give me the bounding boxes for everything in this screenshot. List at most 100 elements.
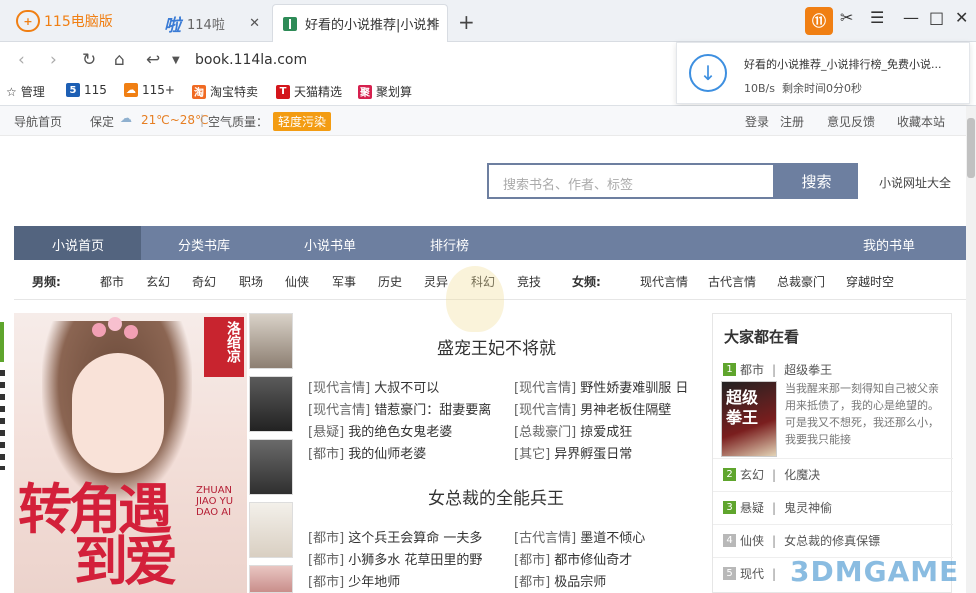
novel-sites-link[interactable]: 小说网址大全: [879, 174, 951, 191]
thumbnail[interactable]: [249, 565, 293, 593]
rank-row[interactable]: 3 悬疑 | 鬼灵神偷: [713, 491, 953, 523]
browser-tab-bar: + 115电脑版 啦 114啦 ✕ 好看的小说推荐|小说排 ✕ + ⑪ ✂ ☰ …: [0, 0, 976, 42]
section-title[interactable]: 女总裁的全能兵王: [428, 484, 564, 509]
new-tab-button[interactable]: +: [458, 10, 475, 34]
category-link[interactable]: 军事: [332, 273, 356, 290]
category-link[interactable]: 灵异: [424, 273, 448, 290]
download-popup[interactable]: ↓ 好看的小说推荐_小说排行榜_免费小说... 10B/s 剩余时间0分0秒: [676, 42, 970, 104]
nav-library[interactable]: 分类书库: [178, 235, 230, 254]
book-link[interactable]: [都市] 都市修仙奇才: [514, 549, 632, 568]
minimize-icon[interactable]: —: [903, 8, 919, 27]
book-link[interactable]: [悬疑] 我的绝色女鬼老婆: [308, 421, 452, 440]
book-link[interactable]: [现代言情] 野性娇妻难驯服 日: [514, 377, 688, 396]
air-quality-label: 空气质量：: [208, 115, 269, 129]
browser-brand[interactable]: + 115电脑版: [16, 10, 113, 32]
book-link[interactable]: [都市] 这个兵王会算命 一夫多: [308, 527, 482, 546]
book-link[interactable]: [古代言情] 墨道不倾心: [514, 527, 645, 546]
maximize-icon[interactable]: □: [929, 8, 944, 27]
book-link[interactable]: [总裁豪门] 掠爱成狂: [514, 421, 632, 440]
undo-icon[interactable]: ↩: [146, 50, 160, 70]
rank-category: 仙侠: [740, 534, 765, 548]
rank-item-2[interactable]: 2 玄幻 | 化魔决: [723, 466, 820, 483]
book-link[interactable]: [其它] 异界孵蛋日常: [514, 443, 632, 462]
scrollbar-thumb[interactable]: [967, 118, 975, 178]
category-link[interactable]: 职场: [239, 273, 263, 290]
forward-icon[interactable]: ›: [50, 50, 57, 70]
tab-book-recommend[interactable]: 好看的小说推荐|小说排 ✕: [272, 4, 448, 42]
nav-ranking[interactable]: 排行榜: [430, 235, 469, 254]
close-icon[interactable]: ✕: [249, 16, 260, 31]
category-link[interactable]: 古代言情: [708, 273, 756, 290]
thumbnail[interactable]: [249, 502, 293, 558]
book-cover[interactable]: 超级拳王: [721, 381, 777, 457]
bookmark-site-link[interactable]: 收藏本站: [897, 113, 945, 130]
dropdown-icon[interactable]: ▼: [172, 55, 180, 66]
home-icon[interactable]: ⌂: [114, 50, 125, 70]
cloud-icon: ☁: [124, 83, 138, 97]
category-link[interactable]: 穿越时空: [846, 273, 894, 290]
category-link[interactable]: 都市: [100, 273, 124, 290]
thumbnail[interactable]: [249, 313, 293, 369]
book-link[interactable]: [都市] 小狮多水 花草田里的野: [308, 549, 482, 568]
search-input[interactable]: 搜索书名、作者、标签: [487, 163, 775, 199]
rank-category: 悬疑: [740, 501, 765, 515]
rank-item-1[interactable]: 1 都市 | 超级拳王: [723, 361, 832, 378]
bookmark-label: 115+: [142, 83, 175, 97]
rank-category: 都市: [740, 363, 765, 377]
thumbnail[interactable]: [249, 439, 293, 495]
nav-home[interactable]: 小说首页: [52, 235, 104, 254]
bookmark-115[interactable]: 5 115: [66, 83, 107, 97]
category-link[interactable]: 竞技: [517, 273, 541, 290]
book-category: [悬疑]: [308, 425, 345, 440]
section-title[interactable]: 盛宠王妃不将就: [437, 334, 556, 359]
thumbnail[interactable]: [249, 376, 293, 432]
book-link[interactable]: [都市] 少年地师: [308, 571, 400, 590]
category-link[interactable]: 历史: [378, 273, 402, 290]
tab-114la[interactable]: 啦 114啦 ✕: [152, 4, 270, 42]
book-link[interactable]: [现代言情] 男神老板住隔壁: [514, 399, 671, 418]
nav-booklist[interactable]: 小说书单: [304, 235, 356, 254]
featured-banner[interactable]: 洛绾凉 ZHUAN JIAO YU DAO AI 转角遇 到爱: [14, 313, 247, 593]
rank-item-3[interactable]: 3 悬疑 | 鬼灵神偷: [723, 499, 832, 516]
close-icon[interactable]: ✕: [426, 16, 437, 31]
bookmark-115plus[interactable]: ☁ 115+: [124, 83, 175, 97]
bookmark-manage[interactable]: ☆ 管理: [6, 83, 45, 100]
book-link[interactable]: [都市] 极品宗师: [514, 571, 606, 590]
nav-my-booklist[interactable]: 我的书单: [863, 235, 915, 254]
category-link[interactable]: 总裁豪门: [777, 273, 825, 290]
register-link[interactable]: 注册: [780, 113, 804, 130]
category-link[interactable]: 仙侠: [285, 273, 309, 290]
rank-item-5[interactable]: 5 现代 |: [723, 565, 784, 582]
bookmark-juhuasuan[interactable]: 聚 聚划算: [358, 83, 412, 100]
url-field[interactable]: book.114la.com: [195, 52, 307, 68]
book-link[interactable]: [都市] 我的仙师老婆: [308, 443, 426, 462]
nav-home-link[interactable]: 导航首页: [14, 113, 62, 130]
search-button[interactable]: 搜索: [775, 163, 858, 199]
extension-icon[interactable]: ⑪: [805, 7, 833, 35]
menu-icon[interactable]: ☰: [870, 8, 884, 27]
bookmark-tmall[interactable]: T 天猫精选: [276, 83, 342, 100]
rank-number: 5: [723, 567, 736, 580]
book-category: [都市]: [308, 575, 345, 590]
rank-item-4[interactable]: 4 仙侠 | 女总裁的修真保镖: [723, 532, 880, 549]
page-scrollbar[interactable]: [966, 106, 976, 593]
book-link[interactable]: [现代言情] 大叔不可以: [308, 377, 439, 396]
window-close-icon[interactable]: ✕: [955, 8, 968, 27]
tab-label: 好看的小说推荐|小说排: [305, 18, 440, 33]
scissors-icon[interactable]: ✂: [840, 8, 853, 27]
category-link[interactable]: 玄幻: [146, 273, 170, 290]
author-seal: 洛绾凉: [204, 317, 244, 377]
city-label[interactable]: 保定: [90, 113, 114, 130]
bookmark-taobao[interactable]: 淘 淘宝特卖: [192, 83, 258, 100]
back-icon[interactable]: ‹: [18, 50, 25, 70]
rank-row[interactable]: 2 玄幻 | 化魔决: [713, 458, 953, 490]
left-edge-strip: [0, 322, 8, 472]
login-link[interactable]: 登录: [745, 113, 769, 130]
refresh-icon[interactable]: ↻: [82, 50, 96, 70]
book-link[interactable]: [现代言情] 错惹豪门：甜妻要离: [308, 399, 491, 418]
feedback-link[interactable]: 意见反馈: [827, 113, 875, 130]
category-link[interactable]: 奇幻: [192, 273, 216, 290]
rank-row[interactable]: 4 仙侠 | 女总裁的修真保镖: [713, 524, 953, 556]
rank-number: 1: [723, 363, 736, 376]
category-link[interactable]: 现代言情: [640, 273, 688, 290]
